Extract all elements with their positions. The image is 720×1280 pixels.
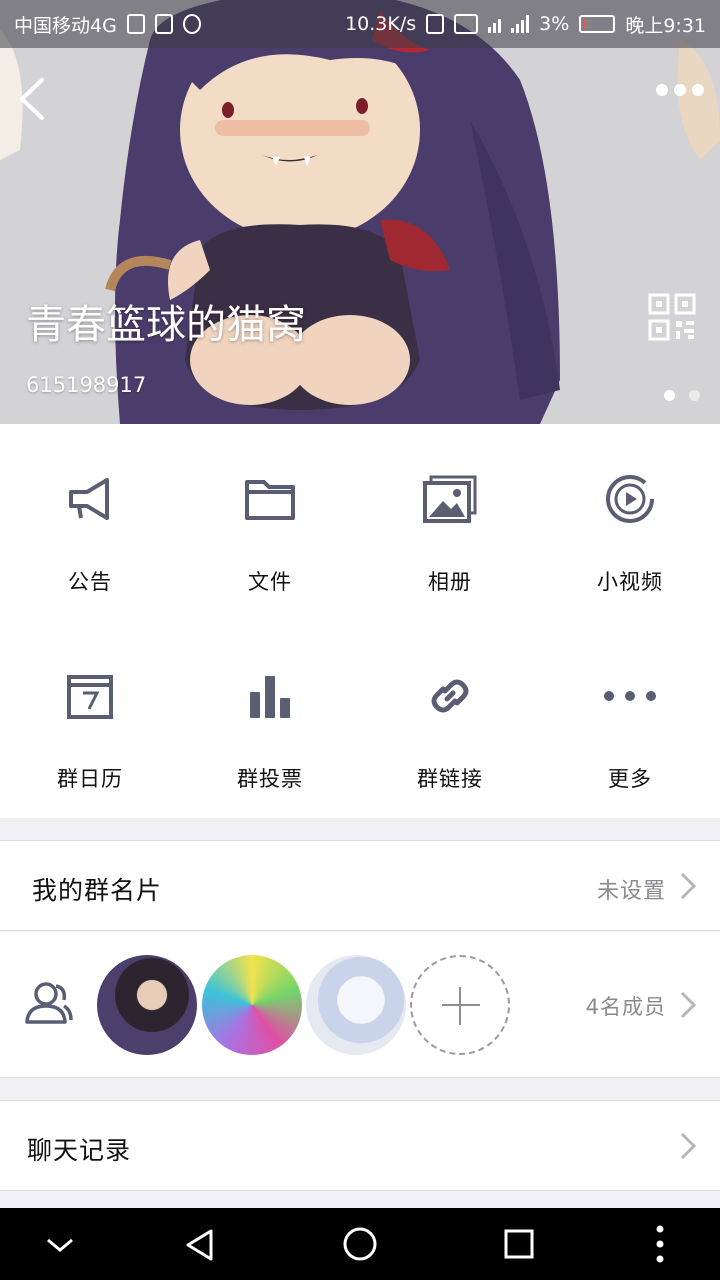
alert-icon <box>154 14 173 34</box>
album-icon <box>423 472 477 526</box>
member-avatar[interactable] <box>306 955 406 1055</box>
upload-icon <box>126 14 145 34</box>
qr-code-icon[interactable] <box>648 293 696 341</box>
hd-icon <box>454 14 479 34</box>
carrier-text: 中国移动4G <box>14 14 117 37</box>
more-dots-icon <box>603 669 657 723</box>
group-card-title: 我的群名片 <box>32 876 163 905</box>
battery-percent: 3% <box>539 13 570 35</box>
group-cover-art <box>0 0 720 424</box>
chat-history-title: 聊天记录 <box>27 1136 132 1165</box>
feature-album[interactable]: 相册 <box>360 424 540 621</box>
group-card-value: 未设置 <box>596 879 666 904</box>
chat-history-row[interactable]: 聊天记录 <box>0 1100 720 1191</box>
page-indicator <box>664 390 700 401</box>
feature-label: 小视频 <box>597 570 663 594</box>
feature-label: 文件 <box>248 570 292 594</box>
feature-link[interactable]: 群链接 <box>360 621 540 818</box>
feature-calendar[interactable]: 群日历 <box>0 621 180 818</box>
group-card-row[interactable]: 我的群名片 未设置 <box>0 840 720 931</box>
feature-files[interactable]: 文件 <box>180 424 360 621</box>
vibrate-icon <box>426 14 445 34</box>
status-bar: 中国移动4G 10.3K/s 3% 晚上9:31 <box>0 0 720 48</box>
status-left: 中国移动4G <box>14 11 201 38</box>
megaphone-icon <box>63 472 117 526</box>
feature-grid: 公告 文件 相册 小视频 群日历 群投票 群链接 更多 <box>0 424 720 818</box>
member-avatar[interactable] <box>202 955 302 1055</box>
feature-label: 更多 <box>608 767 652 791</box>
back-arrow-icon[interactable] <box>14 76 54 122</box>
net-speed-text: 10.3K/s <box>345 13 417 35</box>
home-circle-icon[interactable] <box>342 1226 378 1262</box>
back-triangle-icon[interactable] <box>183 1228 217 1262</box>
link-icon <box>423 669 477 723</box>
chevron-right-icon <box>680 1132 696 1160</box>
status-right: 10.3K/s 3% 晚上9:31 <box>345 11 706 38</box>
members-icon <box>25 982 73 1024</box>
feature-short-video[interactable]: 小视频 <box>540 424 720 621</box>
group-name: 青春篮球的猫窝 <box>26 302 306 348</box>
signal-icon <box>511 15 530 33</box>
chevron-right-icon <box>680 872 696 900</box>
menu-dots-icon[interactable] <box>650 1224 670 1264</box>
feature-announcement[interactable]: 公告 <box>0 424 180 621</box>
bar-chart-icon <box>243 669 297 723</box>
folder-icon <box>243 472 297 526</box>
member-avatar[interactable] <box>97 955 197 1055</box>
video-play-icon <box>603 472 657 526</box>
chevron-down-icon[interactable] <box>45 1230 75 1260</box>
feature-label: 相册 <box>428 570 472 594</box>
android-nav-bar <box>0 1208 720 1280</box>
chevron-right-icon <box>680 991 696 1019</box>
recent-apps-icon[interactable] <box>503 1228 535 1260</box>
page-dot-active <box>664 390 675 401</box>
feature-label: 群链接 <box>417 767 483 791</box>
feature-label: 公告 <box>68 570 112 594</box>
members-row[interactable]: 4名成员 <box>0 932 720 1078</box>
wifi-icon <box>488 15 502 33</box>
calendar-icon <box>63 669 117 723</box>
group-id: 615198917 <box>26 373 147 397</box>
battery-icon <box>579 15 616 33</box>
feature-more[interactable]: 更多 <box>540 621 720 818</box>
member-count: 4名成员 <box>585 995 666 1019</box>
more-options-icon[interactable] <box>656 84 704 96</box>
feature-label: 群投票 <box>237 767 303 791</box>
feature-vote[interactable]: 群投票 <box>180 621 360 818</box>
add-member-button[interactable] <box>410 955 510 1055</box>
time-text: 晚上9:31 <box>625 14 706 37</box>
baidu-icon <box>182 14 201 34</box>
page-dot <box>689 390 700 401</box>
group-header: 中国移动4G 10.3K/s 3% 晚上9:31 青春篮球的猫窝 6151989… <box>0 0 720 424</box>
feature-label: 群日历 <box>57 767 123 791</box>
